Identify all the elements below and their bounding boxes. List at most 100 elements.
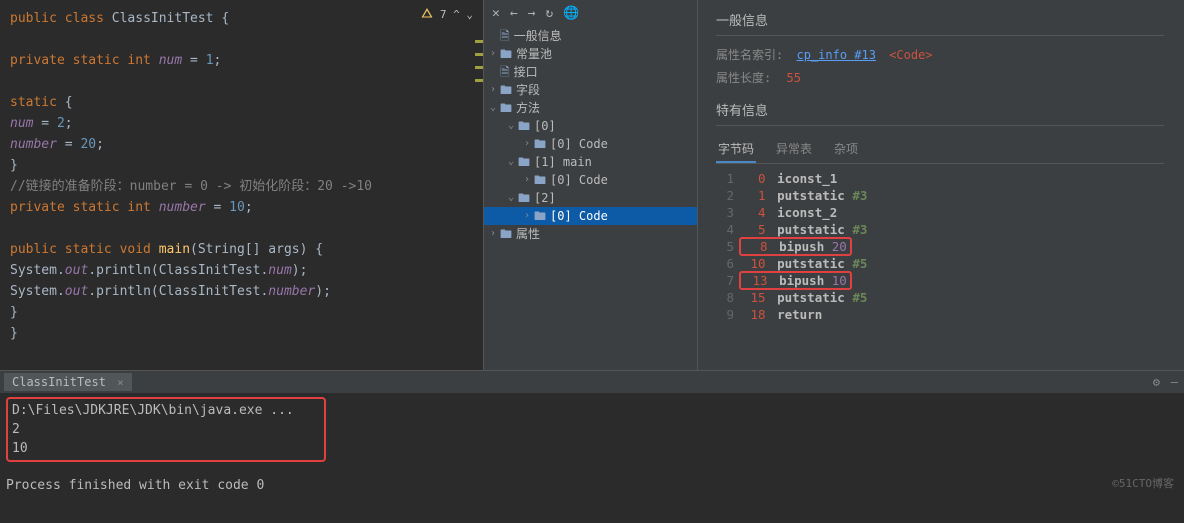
folder-icon: 🖿	[518, 189, 530, 207]
code-line: System.out.println(ClassInitTest.number)…	[10, 281, 483, 302]
attr-len-row: 属性长度: 55	[716, 69, 1184, 86]
code-line	[10, 218, 483, 239]
console-panel: ClassInitTest × ⚙ — D:\Files\JDKJRE\JDK\…	[0, 370, 1184, 523]
folder-icon: 🖿	[534, 207, 546, 225]
attr-index-link[interactable]: cp_info #13	[796, 48, 875, 62]
detail-pane: 一般信息 属性名索引: cp_info #13 <Code> 属性长度: 55 …	[698, 0, 1184, 370]
tree-node[interactable]: ›🖿常量池	[484, 45, 697, 63]
tree-node[interactable]: ⌄🖿方法	[484, 99, 697, 117]
close-tab-icon[interactable]: ×	[117, 376, 124, 389]
close-icon[interactable]: ✕	[492, 6, 500, 21]
section-special: 特有信息	[716, 100, 1164, 126]
bytecode-row: 5 8 bipush 20	[716, 238, 1184, 255]
refresh-icon[interactable]: ↻	[545, 6, 553, 21]
code-line: private static int number = 10;	[10, 197, 483, 218]
console-tab-label: ClassInitTest	[12, 375, 106, 389]
section-general: 一般信息	[716, 10, 1164, 36]
console-tab[interactable]: ClassInitTest ×	[4, 373, 132, 391]
console-output[interactable]: D:\Files\JDKJRE\JDK\bin\java.exe ...210 …	[0, 393, 1184, 499]
gear-icon[interactable]: ⚙	[1153, 375, 1160, 389]
tree-label: [0] Code	[550, 135, 608, 153]
tree-label: 方法	[516, 99, 540, 117]
tree-node[interactable]: ⌄🖿[1] main	[484, 153, 697, 171]
tree-label: 属性	[516, 225, 540, 243]
forward-icon[interactable]: →	[528, 6, 536, 21]
attr-len-value: 55	[786, 71, 800, 85]
bytecode-row: 8 15 putstatic #5	[716, 289, 1184, 306]
tree-label: [0]	[534, 117, 556, 135]
exit-message: Process finished with exit code 0	[6, 476, 1178, 495]
attr-index-label: 属性名索引:	[716, 48, 783, 62]
tree-label: [0] Code	[550, 171, 608, 189]
folder-icon: 🖿	[500, 225, 512, 243]
tree-node[interactable]: ⌄🖿[2]	[484, 189, 697, 207]
console-tabbar: ClassInitTest × ⚙ —	[0, 371, 1184, 393]
tree-label: 字段	[516, 81, 540, 99]
tree-label: [2]	[534, 189, 556, 207]
bytecode-row: 3 4 iconst_2	[716, 204, 1184, 221]
back-icon[interactable]: ←	[510, 6, 518, 21]
folder-icon: 🖿	[500, 99, 512, 117]
tree-label: [0] Code	[550, 207, 608, 225]
tree-label: 接口	[514, 63, 538, 81]
bytecode-row: 1 0 iconst_1	[716, 170, 1184, 187]
folder-icon: 🖿	[500, 81, 512, 99]
tree-node[interactable]: 🗎接口	[484, 63, 697, 81]
code-line: System.out.println(ClassInitTest.num);	[10, 260, 483, 281]
tree-node[interactable]: ›🖿[0] Code	[484, 135, 697, 153]
console-highlight-box: D:\Files\JDKJRE\JDK\bin\java.exe ...210	[6, 397, 326, 462]
tab-misc[interactable]: 杂项	[832, 136, 860, 163]
warnings-count: 7	[440, 8, 447, 21]
console-line: 2	[12, 420, 320, 439]
globe-icon[interactable]: 🌐	[563, 6, 579, 21]
code-line: }	[10, 323, 483, 344]
minimize-icon[interactable]: —	[1171, 375, 1178, 389]
code-line: }	[10, 155, 483, 176]
code-line: num = 2;	[10, 113, 483, 134]
code-line: static {	[10, 92, 483, 113]
code-line	[10, 71, 483, 92]
watermark: ©51CTO博客	[1112, 474, 1174, 493]
folder-icon: 🖿	[534, 135, 546, 153]
code-line: public static void main(String[] args) {	[10, 239, 483, 260]
tree-label: [1] main	[534, 153, 592, 171]
bytecode-row: 4 5 putstatic #3	[716, 221, 1184, 238]
tab-bytecode[interactable]: 字节码	[716, 136, 756, 163]
class-structure-pane: ✕ ← → ↻ 🌐 🗎一般信息›🖿常量池 🗎接口›🖿字段⌄🖿方法⌄🖿[0] ›🖿…	[483, 0, 698, 370]
folder-icon: 🗎	[500, 27, 510, 45]
tree-node[interactable]: ⌄🖿[0]	[484, 117, 697, 135]
tree-node[interactable]: ›🖿属性	[484, 225, 697, 243]
code-line: number = 20;	[10, 134, 483, 155]
bytecode-row: 6 10 putstatic #5	[716, 255, 1184, 272]
detail-tabs: 字节码 异常表 杂项	[716, 136, 1164, 164]
code-line: //链接的准备阶段：number = 0 -> 初始化阶段：20 ->10	[10, 176, 483, 197]
warnings-badge: 7 ^ ⌄	[421, 4, 473, 25]
tree-node[interactable]: ›🖿[0] Code	[484, 171, 697, 189]
tab-exceptions[interactable]: 异常表	[774, 136, 814, 163]
console-line: D:\Files\JDKJRE\JDK\bin\java.exe ...	[12, 401, 320, 420]
attr-index-row: 属性名索引: cp_info #13 <Code>	[716, 46, 1184, 63]
top-panels: 7 ^ ⌄ public class ClassInitTest { priva…	[0, 0, 1184, 370]
class-tree[interactable]: 🗎一般信息›🖿常量池 🗎接口›🖿字段⌄🖿方法⌄🖿[0] ›🖿[0] Code⌄🖿…	[484, 27, 697, 243]
tree-node[interactable]: 🗎一般信息	[484, 27, 697, 45]
attr-len-label: 属性长度:	[716, 71, 771, 85]
folder-icon: 🖿	[500, 45, 512, 63]
bytecode-row: 2 1 putstatic #3	[716, 187, 1184, 204]
tree-label: 一般信息	[514, 27, 562, 45]
code-line	[10, 29, 483, 50]
warning-icon	[421, 7, 433, 19]
code-line: private static int num = 1;	[10, 50, 483, 71]
bytecode-list: 1 0 iconst_12 1 putstatic #3 3 4 iconst_…	[716, 170, 1184, 323]
tree-node[interactable]: ›🖿[0] Code	[484, 207, 697, 225]
folder-icon: 🖿	[518, 153, 530, 171]
code-editor[interactable]: 7 ^ ⌄ public class ClassInitTest { priva…	[0, 0, 483, 370]
console-line: 10	[12, 439, 320, 458]
code-line: }	[10, 302, 483, 323]
marker-stripe	[475, 40, 483, 92]
tree-label: 常量池	[516, 45, 552, 63]
folder-icon: 🖿	[518, 117, 530, 135]
tree-node[interactable]: ›🖿字段	[484, 81, 697, 99]
code-line: public class ClassInitTest {	[10, 8, 483, 29]
folder-icon: 🖿	[534, 171, 546, 189]
structure-toolbar: ✕ ← → ↻ 🌐	[484, 4, 697, 27]
